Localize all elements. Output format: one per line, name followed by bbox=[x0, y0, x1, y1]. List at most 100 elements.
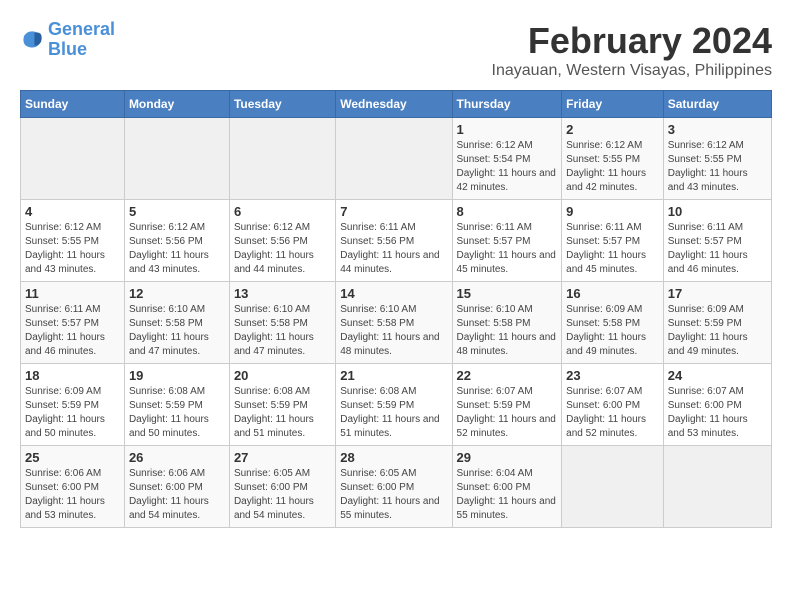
calendar-cell: 23Sunrise: 6:07 AMSunset: 6:00 PMDayligh… bbox=[562, 364, 664, 446]
cell-info-line: Sunrise: 6:10 AM bbox=[457, 303, 558, 317]
calendar-cell: 12Sunrise: 6:10 AMSunset: 5:58 PMDayligh… bbox=[124, 282, 229, 364]
cell-info-line: Sunset: 5:54 PM bbox=[457, 153, 558, 167]
day-number: 2 bbox=[566, 122, 659, 137]
day-number: 20 bbox=[234, 368, 331, 383]
cell-info-line: Sunset: 5:55 PM bbox=[25, 235, 120, 249]
calendar-cell: 15 Sunrise: 6:10 AMSunset: 5:58 PMDayligh… bbox=[452, 282, 562, 364]
calendar-cell: 9Sunrise: 6:11 AMSunset: 5:57 PMDaylight… bbox=[562, 200, 664, 282]
calendar-cell: 10Sunrise: 6:11 AMSunset: 5:57 PMDayligh… bbox=[663, 200, 771, 282]
calendar-cell: 21Sunrise: 6:08 AMSunset: 5:59 PMDayligh… bbox=[336, 364, 452, 446]
cell-info-line: Daylight: 11 hours and 47 minutes. bbox=[129, 331, 225, 359]
cell-info-line: Sunset: 6:00 PM bbox=[566, 399, 659, 413]
cell-info-line: Sunrise: 6:11 AM bbox=[340, 221, 447, 235]
calendar-header-row: SundayMondayTuesdayWednesdayThursdayFrid… bbox=[21, 91, 772, 118]
cell-info-line: Sunrise: 6:11 AM bbox=[566, 221, 659, 235]
day-number: 14 bbox=[340, 286, 447, 301]
cell-info-line: Sunrise: 6:07 AM bbox=[457, 385, 558, 399]
calendar-cell bbox=[336, 118, 452, 200]
cell-info-line: Daylight: 11 hours and 48 minutes. bbox=[457, 331, 558, 359]
cell-info-line: Sunset: 5:57 PM bbox=[566, 235, 659, 249]
cell-info-line: Sunset: 5:58 PM bbox=[129, 317, 225, 331]
cell-info-line: Daylight: 11 hours and 42 minutes. bbox=[457, 167, 558, 195]
calendar-table: SundayMondayTuesdayWednesdayThursdayFrid… bbox=[20, 90, 772, 528]
calendar-week-row: 4Sunrise: 6:12 AMSunset: 5:55 PMDaylight… bbox=[21, 200, 772, 282]
cell-info-line: Sunset: 5:59 PM bbox=[234, 399, 331, 413]
calendar-week-row: 18Sunrise: 6:09 AMSunset: 5:59 PMDayligh… bbox=[21, 364, 772, 446]
calendar-week-row: 25Sunrise: 6:06 AMSunset: 6:00 PMDayligh… bbox=[21, 446, 772, 528]
day-number: 8 bbox=[457, 204, 558, 219]
cell-info-line: Sunset: 5:57 PM bbox=[457, 235, 558, 249]
day-number: 21 bbox=[340, 368, 447, 383]
cell-info-line: Sunset: 5:56 PM bbox=[234, 235, 331, 249]
cell-info-line: Sunset: 5:59 PM bbox=[340, 399, 447, 413]
calendar-cell bbox=[663, 446, 771, 528]
cell-info-line: Sunset: 6:00 PM bbox=[668, 399, 767, 413]
cell-info-line: Daylight: 11 hours and 47 minutes. bbox=[234, 331, 331, 359]
cell-info-line: Daylight: 11 hours and 53 minutes. bbox=[25, 495, 120, 523]
header-day: Tuesday bbox=[229, 91, 335, 118]
calendar-cell: 19Sunrise: 6:08 AMSunset: 5:59 PMDayligh… bbox=[124, 364, 229, 446]
header-day: Sunday bbox=[21, 91, 125, 118]
cell-info-line: Sunrise: 6:12 AM bbox=[234, 221, 331, 235]
day-number: 4 bbox=[25, 204, 120, 219]
cell-info-line: Sunset: 5:58 PM bbox=[566, 317, 659, 331]
cell-info-line: Daylight: 11 hours and 43 minutes. bbox=[25, 249, 120, 277]
day-number: 13 bbox=[234, 286, 331, 301]
cell-info-line: Sunrise: 6:05 AM bbox=[234, 467, 331, 481]
calendar-cell: 26Sunrise: 6:06 AMSunset: 6:00 PMDayligh… bbox=[124, 446, 229, 528]
cell-info-line: Daylight: 11 hours and 44 minutes. bbox=[340, 249, 447, 277]
cell-info-line: Daylight: 11 hours and 49 minutes. bbox=[566, 331, 659, 359]
day-number: 28 bbox=[340, 450, 447, 465]
logo-icon bbox=[20, 28, 44, 52]
cell-info-line: Sunrise: 6:11 AM bbox=[668, 221, 767, 235]
calendar-cell: 29Sunrise: 6:04 AMSunset: 6:00 PMDayligh… bbox=[452, 446, 562, 528]
calendar-cell bbox=[21, 118, 125, 200]
subtitle: Inayauan, Western Visayas, Philippines bbox=[492, 62, 772, 80]
cell-info-line: Sunrise: 6:12 AM bbox=[668, 139, 767, 153]
cell-info-line: Sunset: 5:58 PM bbox=[234, 317, 331, 331]
calendar-cell: 22Sunrise: 6:07 AMSunset: 5:59 PMDayligh… bbox=[452, 364, 562, 446]
day-number: 9 bbox=[566, 204, 659, 219]
cell-info-line: Sunrise: 6:09 AM bbox=[25, 385, 120, 399]
cell-info-line: Sunrise: 6:12 AM bbox=[129, 221, 225, 235]
calendar-cell: 25Sunrise: 6:06 AMSunset: 6:00 PMDayligh… bbox=[21, 446, 125, 528]
cell-info-line: Sunset: 5:55 PM bbox=[668, 153, 767, 167]
cell-info-line: Sunset: 5:58 PM bbox=[457, 317, 558, 331]
calendar-cell: 27 Sunrise: 6:05 AMSunset: 6:00 PMDayligh… bbox=[229, 446, 335, 528]
day-number: 24 bbox=[668, 368, 767, 383]
cell-info-line: Sunrise: 6:09 AM bbox=[668, 303, 767, 317]
calendar-cell bbox=[562, 446, 664, 528]
cell-info-line: Sunrise: 6:10 AM bbox=[129, 303, 225, 317]
cell-info-line: Daylight: 11 hours and 49 minutes. bbox=[668, 331, 767, 359]
cell-info-line: Sunrise: 6:05 AM bbox=[340, 467, 447, 481]
page-header: General Blue February 2024 Inayauan, Wes… bbox=[20, 20, 772, 80]
logo-text: General Blue bbox=[48, 20, 115, 60]
cell-info-line: Sunset: 5:59 PM bbox=[129, 399, 225, 413]
calendar-week-row: 1 Sunrise: 6:12 AM Sunset: 5:54 PMDaylight… bbox=[21, 118, 772, 200]
cell-info-line: Daylight: 11 hours and 48 minutes. bbox=[340, 331, 447, 359]
cell-info-line: Sunrise: 6:08 AM bbox=[340, 385, 447, 399]
cell-info-line: Daylight: 11 hours and 55 minutes. bbox=[457, 495, 558, 523]
cell-info-line: Daylight: 11 hours and 45 minutes. bbox=[457, 249, 558, 277]
day-number: 15 bbox=[457, 286, 558, 301]
calendar-cell: 2Sunrise: 6:12 AMSunset: 5:55 PMDaylight… bbox=[562, 118, 664, 200]
cell-info-line: Daylight: 11 hours and 50 minutes. bbox=[129, 413, 225, 441]
cell-info-line: Sunrise: 6:06 AM bbox=[129, 467, 225, 481]
cell-info-line: Sunrise: 6:06 AM bbox=[25, 467, 120, 481]
cell-info-line: Daylight: 11 hours and 54 minutes. bbox=[234, 495, 331, 523]
calendar-cell: 4Sunrise: 6:12 AMSunset: 5:55 PMDaylight… bbox=[21, 200, 125, 282]
title-area: February 2024 Inayauan, Western Visayas,… bbox=[492, 20, 772, 80]
calendar-cell: 5Sunrise: 6:12 AMSunset: 5:56 PMDaylight… bbox=[124, 200, 229, 282]
day-number: 27 bbox=[234, 450, 331, 465]
cell-info-line: Sunset: 6:00 PM bbox=[234, 481, 331, 495]
calendar-cell: 8Sunrise: 6:11 AMSunset: 5:57 PMDaylight… bbox=[452, 200, 562, 282]
day-number: 1 bbox=[457, 122, 558, 137]
day-number: 10 bbox=[668, 204, 767, 219]
cell-info-line: Daylight: 11 hours and 44 minutes. bbox=[234, 249, 331, 277]
day-number: 29 bbox=[457, 450, 558, 465]
day-number: 6 bbox=[234, 204, 331, 219]
main-title: February 2024 bbox=[492, 20, 772, 62]
cell-info-line: Daylight: 11 hours and 43 minutes. bbox=[129, 249, 225, 277]
day-number: 19 bbox=[129, 368, 225, 383]
calendar-cell: 7Sunrise: 6:11 AMSunset: 5:56 PMDaylight… bbox=[336, 200, 452, 282]
